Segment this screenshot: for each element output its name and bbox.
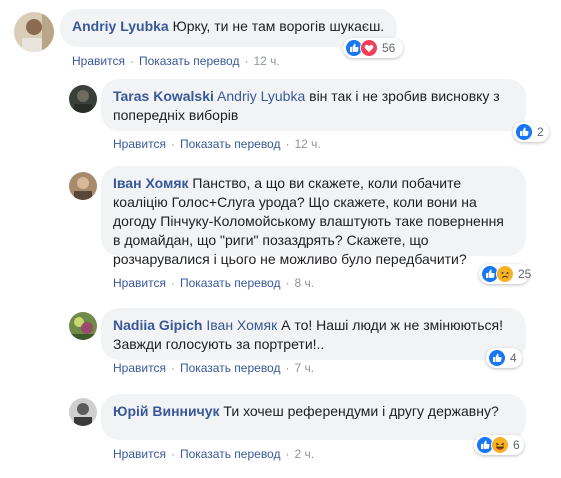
- show-translation-link[interactable]: Показать перевод: [180, 137, 281, 151]
- show-translation-link[interactable]: Показать перевод: [180, 447, 281, 461]
- comment-bubble: Іван Хомяк Панство, а що ви скажете, кол…: [101, 166, 526, 267]
- avatar[interactable]: [69, 85, 97, 113]
- comment-author[interactable]: Юрій Винничук: [113, 403, 220, 419]
- reaction-count: 25: [518, 267, 532, 281]
- comment-actions: Нравится · Показать перевод · 12 ч.: [72, 54, 280, 68]
- show-translation-link[interactable]: Показать перевод: [180, 361, 281, 375]
- reactions-badge[interactable]: 4: [486, 348, 522, 368]
- reactions-badge[interactable]: 25: [479, 264, 532, 284]
- reaction-count: 2: [537, 125, 544, 139]
- avatar[interactable]: [69, 172, 97, 200]
- like-link[interactable]: Нравится: [113, 137, 166, 151]
- like-link[interactable]: Нравится: [113, 361, 166, 375]
- separator: ·: [285, 361, 290, 375]
- show-translation-link[interactable]: Показать перевод: [180, 276, 281, 290]
- comment-actions: Нравится · Показать перевод · 7 ч.: [113, 361, 314, 375]
- comment-bubble: Юрій Винничук Ти хочеш референдуми і дру…: [101, 394, 526, 440]
- separator: ·: [244, 54, 249, 68]
- separator: ·: [170, 137, 175, 151]
- comment-bubble: Taras Kowalski Andriy Lyubka він так і н…: [101, 79, 526, 131]
- separator: ·: [170, 361, 175, 375]
- timestamp[interactable]: 7 ч.: [294, 361, 314, 375]
- haha-reaction-icon: [491, 436, 509, 454]
- sad-reaction-icon: [496, 265, 514, 283]
- mention-link[interactable]: Andriy Lyubka: [217, 88, 305, 104]
- reaction-count: 6: [513, 438, 520, 452]
- comment-text: Ти хочеш референдуми і другу державну?: [223, 403, 499, 419]
- comment-actions: Нравится · Показать перевод · 12 ч.: [113, 137, 321, 151]
- comment-text: Юрку, ти не там ворогів шукаєш.: [172, 18, 385, 34]
- separator: ·: [170, 447, 175, 461]
- timestamp[interactable]: 8 ч.: [294, 276, 314, 290]
- timestamp[interactable]: 12 ч.: [294, 137, 320, 151]
- comment-author[interactable]: Іван Хомяк: [113, 175, 189, 191]
- separator: ·: [285, 447, 290, 461]
- comment-author[interactable]: Nadiia Gipich: [113, 317, 202, 333]
- separator: ·: [170, 276, 175, 290]
- comment-author[interactable]: Taras Kowalski: [113, 88, 214, 104]
- separator: ·: [129, 54, 134, 68]
- like-link[interactable]: Нравится: [113, 447, 166, 461]
- comment-actions: Нравится · Показать перевод · 8 ч.: [113, 276, 314, 290]
- like-link[interactable]: Нравится: [72, 54, 125, 68]
- reaction-count: 56: [382, 41, 396, 55]
- comment-actions: Нравится · Показать перевод · 2 ч.: [113, 447, 314, 461]
- reactions-badge[interactable]: 6: [474, 435, 524, 455]
- avatar[interactable]: [69, 398, 97, 426]
- separator: ·: [285, 276, 290, 290]
- reaction-count: 4: [510, 351, 517, 365]
- avatar[interactable]: [69, 312, 97, 340]
- like-link[interactable]: Нравится: [113, 276, 166, 290]
- love-reaction-icon: [360, 39, 378, 57]
- avatar[interactable]: [14, 12, 54, 52]
- like-reaction-icon: [515, 123, 533, 141]
- timestamp[interactable]: 2 ч.: [294, 447, 314, 461]
- comment-author[interactable]: Andriy Lyubka: [72, 18, 169, 34]
- comment-bubble: Nadiia Gipich Іван Хомяк А то! Наші люди…: [101, 308, 526, 360]
- separator: ·: [285, 137, 290, 151]
- show-translation-link[interactable]: Показать перевод: [139, 54, 240, 68]
- like-reaction-icon: [488, 349, 506, 367]
- reactions-badge[interactable]: 56: [343, 38, 403, 58]
- mention-link[interactable]: Іван Хомяк: [206, 317, 277, 333]
- timestamp[interactable]: 12 ч.: [253, 54, 279, 68]
- reactions-badge[interactable]: 2: [513, 122, 549, 142]
